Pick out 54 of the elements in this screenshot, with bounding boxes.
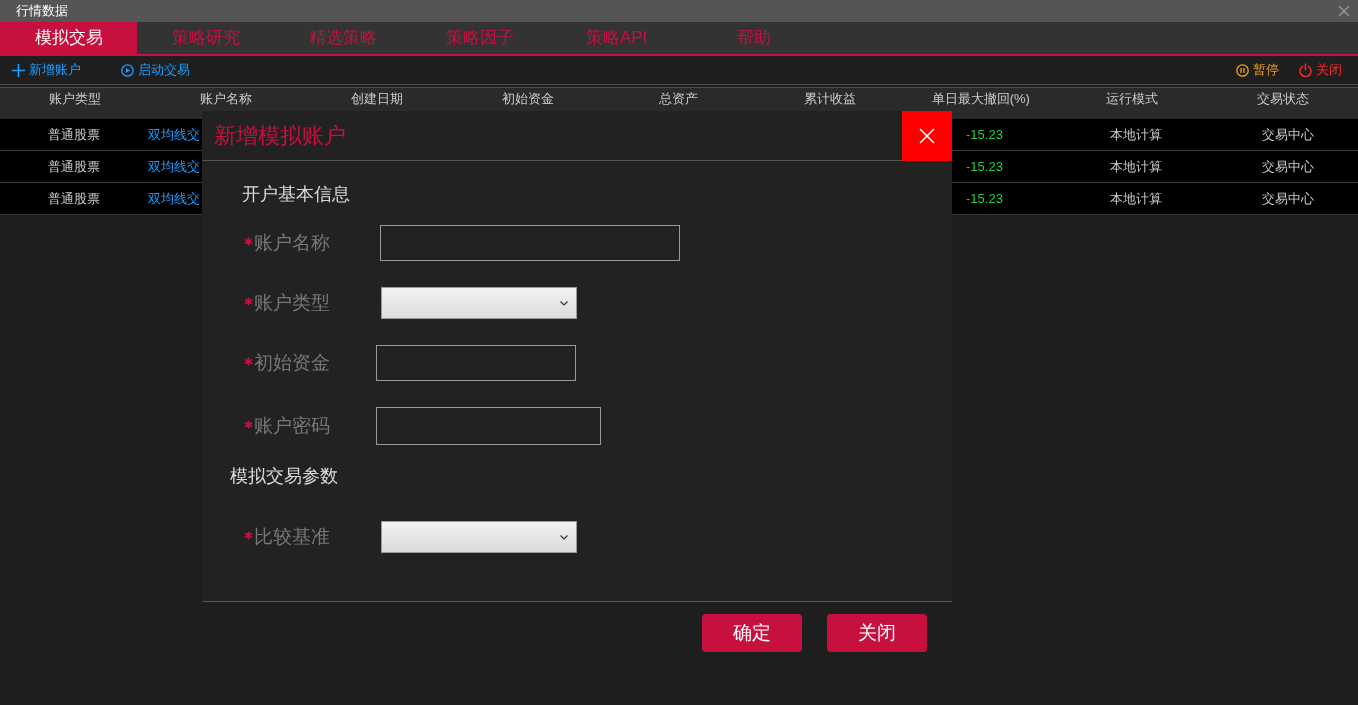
field-label: 初始资金	[202, 348, 330, 378]
tab[interactable]: 模拟交易	[0, 22, 137, 54]
field-label: 账户名称	[202, 228, 330, 258]
select-field[interactable]	[381, 521, 577, 553]
column-header: 账户名称	[200, 91, 253, 108]
plus-icon	[12, 63, 25, 77]
pause-button[interactable]: 暂停	[1236, 60, 1279, 80]
section-heading: 模拟交易参数	[230, 465, 339, 487]
add-account-button[interactable]: 新增账户	[12, 60, 81, 80]
table-cell-text: 本地计算	[1110, 125, 1162, 144]
column-header: 单日最大撤回(%)	[931, 91, 1030, 108]
section-heading: 开户基本信息	[242, 183, 351, 205]
column-header: 账户类型	[49, 91, 102, 108]
close-icon	[919, 127, 935, 144]
close-button[interactable]: 关闭	[1299, 60, 1342, 80]
confirm-button[interactable]: 确定	[702, 614, 802, 652]
input-field[interactable]	[380, 225, 680, 261]
account-name-link[interactable]: 双均线交	[148, 159, 200, 174]
chevron-down-icon	[560, 300, 568, 306]
table-cell-text: 普通股票	[48, 125, 100, 144]
select-field[interactable]	[381, 287, 577, 319]
power-icon	[1299, 63, 1312, 77]
field-label: 比较基准	[202, 522, 330, 552]
close-button[interactable]: 关闭	[827, 614, 927, 652]
close-icon[interactable]	[1338, 5, 1350, 17]
column-header: 创建日期	[351, 91, 404, 108]
table-cell-text: 普通股票	[48, 189, 100, 208]
play-icon	[121, 63, 134, 77]
window-title: 行情数据	[16, 2, 68, 21]
column-header: 运行模式	[1105, 91, 1158, 108]
column-header: 交易状态	[1256, 91, 1309, 108]
table-cell-text: 交易中心	[1262, 157, 1314, 176]
password-field[interactable]	[376, 407, 601, 445]
table-cell-text: 普通股票	[48, 157, 100, 176]
input-field[interactable]	[376, 345, 576, 381]
table-cell-text: 交易中心	[1262, 189, 1314, 208]
field-label: 账户类型	[202, 288, 330, 318]
column-header: 累计收益	[803, 91, 856, 108]
table-cell: -15.23	[966, 190, 1003, 206]
table-cell: -15.23	[966, 158, 1003, 174]
account-name-link[interactable]: 双均线交	[148, 127, 200, 142]
pause-icon	[1236, 63, 1249, 77]
table-cell-text: 本地计算	[1110, 189, 1162, 208]
start-button[interactable]: 启动交易	[121, 60, 190, 80]
dialog-close-button[interactable]	[902, 110, 952, 161]
table-cell-text: 交易中心	[1262, 125, 1314, 144]
chevron-down-icon	[560, 534, 568, 540]
table-cell: -15.23	[966, 126, 1003, 142]
table-cell-text: 本地计算	[1110, 157, 1162, 176]
account-name-link[interactable]: 双均线交	[148, 191, 200, 206]
column-header: 总资产	[659, 91, 699, 108]
column-header: 初始资金	[502, 91, 555, 108]
field-label: 账户密码	[202, 411, 330, 441]
dialog-title: 新增模拟账户	[214, 122, 346, 150]
